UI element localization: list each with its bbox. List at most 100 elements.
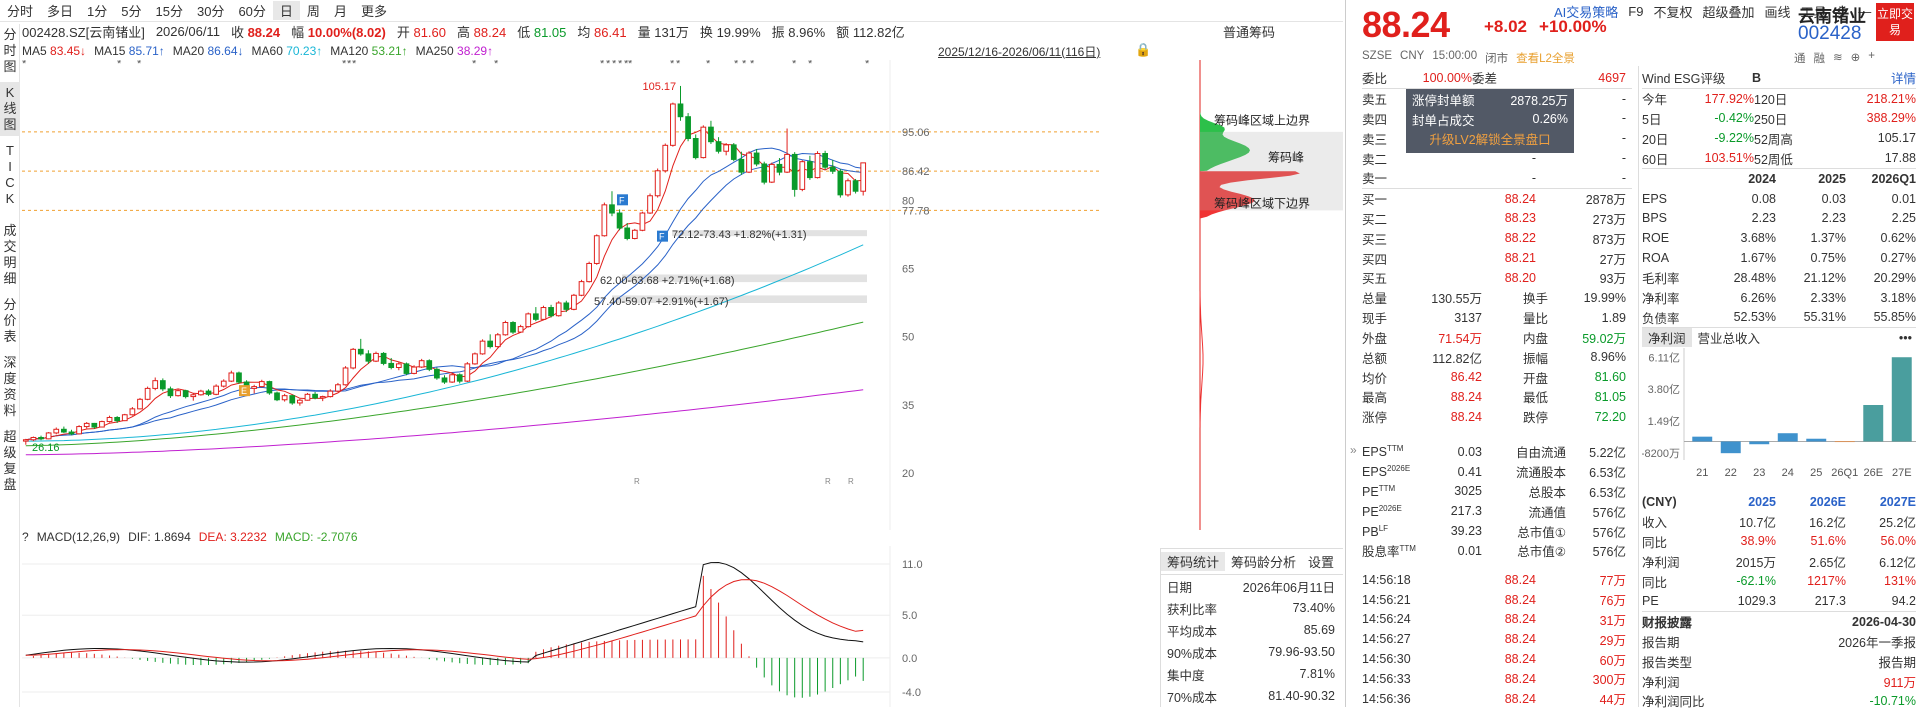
bid-price: 88.24 (1504, 191, 1536, 206)
quick-icon-2[interactable]: ≋ (1833, 50, 1843, 66)
event-star[interactable]: * (670, 60, 675, 70)
left-tab-5[interactable]: 深度资料 (0, 352, 20, 422)
profit-tab-0[interactable]: 净利润 (1642, 328, 1692, 348)
report-row: 净利润 911万 (1642, 671, 1916, 691)
event-star[interactable]: * (792, 60, 797, 70)
period-tab-10[interactable]: 更多 (354, 1, 394, 20)
kline-chart[interactable]: 95.0686.428077.7865503520105.1726.1672.1… (22, 60, 1158, 530)
ask-level: 卖四 (1362, 112, 1388, 127)
event-star[interactable]: * (472, 60, 477, 70)
period-tab-1[interactable]: 多日 (40, 1, 80, 20)
event-star[interactable]: * (352, 60, 357, 70)
period-tab-4[interactable]: 15分 (149, 1, 190, 20)
candle-body (845, 180, 851, 196)
ma-value: 85.71↑ (128, 44, 165, 58)
macd-legend: ? MACD(12,26,9) DIF: 1.8694 DEA: 3.2232 … (22, 530, 358, 544)
fundamental-row: PE2026E 217.3 流通值 576亿 (1362, 501, 1632, 521)
period-tab-0[interactable]: 分时 (0, 1, 40, 20)
period-tab-8[interactable]: 周 (300, 1, 327, 20)
event-star[interactable]: * (137, 60, 142, 70)
event-star[interactable]: * (706, 60, 711, 70)
period-tab-3[interactable]: 5分 (114, 1, 148, 20)
chip-stats-tab-2[interactable]: 设置 (1302, 552, 1340, 571)
event-star[interactable]: * (612, 60, 617, 70)
fin-row: 负债率 52.53% 55.31% 55.85% (1642, 308, 1916, 328)
quick-icon-0[interactable]: 通 (1794, 50, 1806, 66)
fin-year: 2024 (1748, 171, 1776, 186)
exchange-label: SZSE (1362, 50, 1393, 62)
macd-axis-label: 11.0 (902, 559, 923, 571)
left-tab-4[interactable]: 分价表 (0, 294, 20, 348)
event-star[interactable]: * (750, 60, 755, 70)
profit-tab-1[interactable]: 营业总收入 (1692, 328, 1767, 347)
fin-value: 3.18% (1880, 290, 1916, 305)
event-star[interactable]: * (600, 60, 605, 70)
turn-label: 换 (699, 24, 713, 40)
question-icon[interactable]: ? (22, 530, 29, 544)
esg-detail-link[interactable]: 详情 (1872, 68, 1916, 87)
macd-chart[interactable]: 11.0 5.0 0.0 -4.0 (22, 546, 1158, 707)
fin-value: 3.68% (1740, 231, 1776, 246)
lock-icon[interactable]: 🔒 (1135, 42, 1151, 58)
trade-now-button[interactable]: 立即交易 (1876, 3, 1914, 41)
candle-body (723, 144, 730, 152)
left-tab-3[interactable]: 成交明细 (0, 220, 20, 290)
ratio-value: 100.00% (1422, 70, 1472, 85)
profit-bar-chart: 6.11亿 3.80亿 1.49亿 -8200万 21 22 23 24 25 26Q1 26E 27… (1642, 348, 1916, 479)
macd-axis-label: 5.0 (902, 610, 917, 622)
fin-value: 0.08 (1751, 191, 1776, 206)
fin-value: 1.37% (1810, 231, 1846, 246)
left-tab-1[interactable]: K线图 (0, 82, 20, 136)
period-tab-6[interactable]: 60分 (231, 1, 272, 20)
price-axis-label: 35 (902, 400, 914, 412)
event-star[interactable]: * (808, 60, 813, 70)
period-tab-9[interactable]: 月 (327, 1, 354, 20)
quick-icon-1[interactable]: 融 (1814, 50, 1826, 66)
fund-label2: 总市值② (1517, 545, 1566, 560)
candle-body (319, 396, 326, 399)
left-tab-0[interactable]: 分时图 (0, 24, 20, 78)
perf-label: 今年 (1642, 93, 1668, 108)
upgrade-l2-link[interactable]: 升级LV2解锁全景盘口 (1406, 129, 1574, 151)
quick-icon-4[interactable]: + (1868, 50, 1875, 66)
period-tab-5[interactable]: 30分 (190, 1, 231, 20)
more-icon[interactable]: ••• (1899, 331, 1916, 345)
event-star[interactable]: * (734, 60, 739, 70)
event-star[interactable]: * (117, 60, 122, 70)
ma-legend: MA5 83.45↓ MA15 85.71↑ MA20 86.64↓ MA60 70.… (22, 42, 493, 60)
event-star[interactable]: * (865, 60, 870, 70)
event-star[interactable]: * (742, 60, 747, 70)
ma-value: 53.21↑ (371, 44, 408, 58)
event-star[interactable]: * (494, 60, 499, 70)
date-range-label[interactable]: 2025/12/16-2026/06/11(116日) (938, 43, 1100, 60)
event-star[interactable]: * (22, 60, 27, 70)
event-star[interactable]: * (618, 60, 623, 70)
event-star[interactable]: * (676, 60, 681, 70)
period-tab-2[interactable]: 1分 (80, 1, 114, 20)
fin-value: 0.03 (1821, 191, 1846, 206)
expand-icon[interactable]: » (1350, 443, 1357, 457)
event-star[interactable]: * (606, 60, 611, 70)
ask-volume: - (1621, 151, 1626, 166)
chip-stats-tab-0[interactable]: 筹码统计 (1161, 552, 1226, 571)
stat-value: 112.82亿 (1432, 351, 1482, 366)
report-value: 2026-04-30 (1852, 614, 1916, 629)
left-tab-2[interactable]: TICK (0, 140, 20, 210)
candle-body (571, 294, 577, 310)
fund-value: 3025 (1454, 484, 1482, 499)
chip-stats-tab-1[interactable]: 筹码龄分析 (1225, 552, 1302, 571)
tick-list: 14:56:18 88.24 77万 14:56:21 88.24 76万 14:56:24… (1362, 570, 1632, 709)
tick-volume: 29万 (1599, 633, 1626, 648)
proj-value: 25.2亿 (1879, 516, 1916, 531)
fin-value: 0.27% (1880, 251, 1916, 266)
quick-icon-3[interactable]: ⊕ (1851, 50, 1861, 66)
fund-key: PB (1362, 524, 1379, 539)
candle-body (631, 229, 638, 239)
event-star[interactable]: * (628, 60, 633, 70)
period-tab-7[interactable]: 日 (272, 1, 300, 20)
left-tab-6[interactable]: 超级复盘 (0, 426, 20, 496)
l2-link[interactable]: 查看L2全景 (1516, 50, 1575, 66)
candle-body (692, 138, 699, 159)
candle-body (190, 394, 197, 398)
esg-rating: B (1752, 70, 1762, 85)
